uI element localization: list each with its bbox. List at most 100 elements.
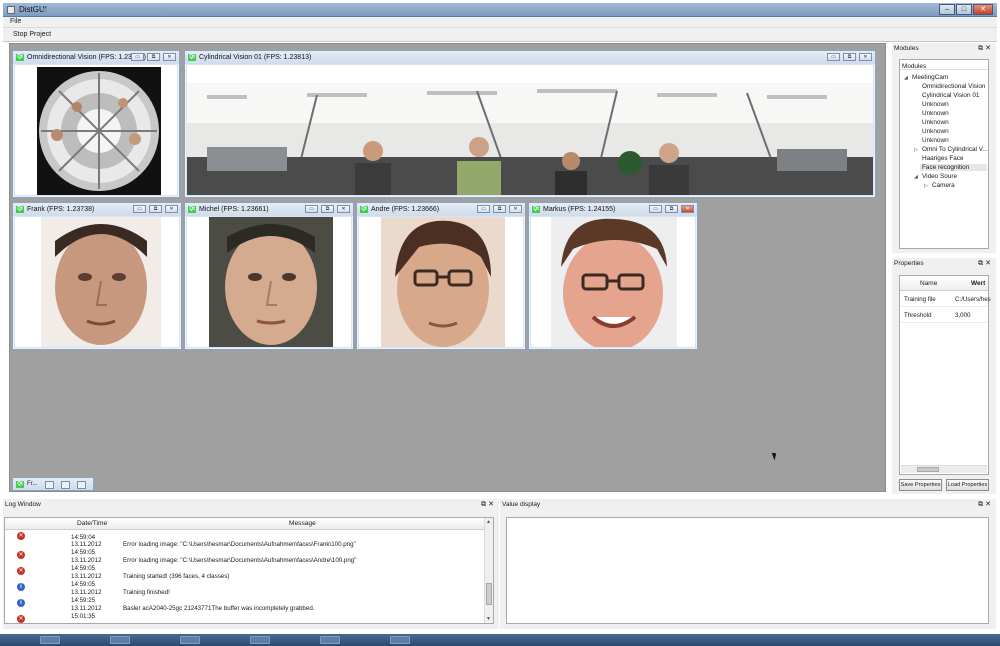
subwindow-minimize-button[interactable]: ▭ — [649, 205, 662, 213]
subwindow-header[interactable]: Qt Markus (FPS: 1.24155) ▭ ⧉ ✕ — [529, 203, 697, 216]
app-icon — [7, 6, 15, 14]
subwindow-restore-button[interactable]: ⧉ — [493, 205, 506, 213]
tree-item-selected[interactable]: Face recognition — [920, 164, 987, 171]
modules-tree[interactable]: Modules ◢ MeetingCam Omnidirectional Vis… — [899, 59, 989, 249]
properties-table[interactable]: Name Wert Training file C:/Users/hes Thr… — [899, 275, 991, 475]
expand-arrow-icon[interactable]: ◢ — [914, 174, 918, 180]
minimize-button[interactable]: – — [939, 4, 955, 15]
subwindow-header[interactable]: Qt Michel (FPS: 1.23661) ▭ ⧉ ✕ — [185, 203, 353, 216]
subwindow-restore-button[interactable]: ⧉ — [147, 53, 160, 61]
log-row[interactable]: ✕ 13.11.2012 14:59:05 Error loading imag… — [5, 541, 485, 559]
vertical-scrollbar[interactable]: ▲ ▼ — [484, 518, 493, 623]
window-title-blur — [43, 8, 163, 12]
save-properties-button[interactable]: Save Properties — [899, 479, 942, 491]
property-row[interactable]: Training file C:/Users/hes — [900, 291, 991, 307]
dock-controls[interactable]: ⧉✕ — [978, 259, 993, 268]
subwindow-restore-button[interactable]: ⧉ — [321, 205, 334, 213]
log-row[interactable]: ✕ 13.11.2012 14:59:05 Error loading imag… — [5, 557, 485, 575]
tree-item[interactable]: Unknown — [922, 137, 949, 144]
subwindow-minimize-button[interactable]: ▭ — [827, 53, 840, 61]
subwindow-restore-button[interactable]: ⧉ — [843, 53, 856, 61]
taskbar-item[interactable] — [40, 636, 60, 644]
scroll-down-arrow-icon[interactable]: ▼ — [486, 616, 491, 622]
omni-camera-image — [15, 65, 177, 195]
subwindow-minimize-button[interactable]: ▭ — [131, 53, 144, 61]
subwindow-restore-button[interactable]: ⧉ — [149, 205, 162, 213]
load-properties-button[interactable]: Load Properties — [946, 479, 989, 491]
subwindow-title: Frank (FPS: 1.23738) — [27, 206, 95, 213]
close-button[interactable]: ✕ — [973, 4, 993, 15]
dock-controls[interactable]: ⧉✕ — [978, 44, 993, 53]
subwindow-close-button[interactable]: ✕ — [681, 205, 694, 213]
andre-face-window[interactable]: Qt Andre (FPS: 1.23666) ▭ ⧉ ✕ — [356, 202, 526, 350]
horizontal-scrollbar[interactable] — [901, 465, 987, 473]
tree-item[interactable]: Unknown — [922, 119, 949, 126]
tree-item[interactable]: Unknown — [922, 128, 949, 135]
panorama-frame — [187, 65, 873, 195]
qt-icon: Qt — [360, 206, 368, 213]
subwindow-header[interactable]: Qt Cylindrical Vision 01 (FPS: 1.23813) … — [185, 51, 875, 64]
subwindow-restore-button[interactable] — [45, 481, 54, 489]
subwindow-close-button[interactable] — [77, 481, 86, 489]
cylindrical-vision-window[interactable]: Qt Cylindrical Vision 01 (FPS: 1.23813) … — [184, 50, 876, 198]
tree-item[interactable]: Omni To Cylindrical V... — [922, 146, 988, 153]
scroll-up-arrow-icon[interactable]: ▲ — [486, 519, 491, 525]
dock-header: Modules ⧉✕ — [892, 43, 996, 54]
markus-face-window[interactable]: Qt Markus (FPS: 1.24155) ▭ ⧉ ✕ — [528, 202, 698, 350]
properties-header: Name Wert — [900, 276, 988, 291]
subwindow-close-button[interactable]: ✕ — [859, 53, 872, 61]
subwindow-header[interactable]: Qt Frank (FPS: 1.23738) ▭ ⧉ ✕ — [13, 203, 181, 216]
scroll-thumb[interactable] — [917, 467, 939, 472]
taskbar-item[interactable] — [250, 636, 270, 644]
taskbar-item[interactable] — [320, 636, 340, 644]
minimized-subwindow[interactable]: Qt Fr... — [12, 477, 94, 491]
taskbar-item[interactable] — [110, 636, 130, 644]
subwindow-maximize-button[interactable] — [61, 481, 70, 489]
subwindow-minimize-button[interactable]: ▭ — [133, 205, 146, 213]
column-value: Wert — [971, 280, 986, 287]
subwindow-minimize-button[interactable]: ▭ — [477, 205, 490, 213]
qt-icon: Qt — [188, 54, 196, 61]
window-title-bar[interactable]: DistGUI – □ ✕ — [3, 3, 997, 17]
subwindow-minimize-button[interactable]: ▭ — [305, 205, 318, 213]
qt-icon: Qt — [16, 481, 24, 488]
collapsed-arrow-icon[interactable]: ▷ — [914, 147, 918, 153]
taskbar-item[interactable] — [180, 636, 200, 644]
michel-face-image — [187, 217, 351, 347]
face-portrait — [381, 217, 505, 347]
subwindow-close-button[interactable]: ✕ — [509, 205, 522, 213]
maximize-button[interactable]: □ — [956, 4, 972, 15]
dock-header: Properties ⧉✕ — [892, 258, 996, 269]
subwindow-title: Markus (FPS: 1.24155) — [543, 206, 616, 213]
log-row[interactable]: i 13.11.2012 14:59:05 Training started! … — [5, 573, 485, 591]
tree-item[interactable]: Omnidirectional Vision — [922, 83, 985, 90]
property-row[interactable]: Threshold 3,000 — [900, 307, 988, 323]
subwindow-close-button[interactable]: ✕ — [163, 53, 176, 61]
dock-controls[interactable]: ⧉✕ — [978, 500, 993, 509]
log-table[interactable]: Date/Time Message ✕ 14:59:04 ✕ 13.11.201… — [4, 517, 494, 624]
tree-item[interactable]: Cylindrical Vision 01 — [922, 92, 979, 99]
omni-vision-window[interactable]: Qt Omnidirectional Vision (FPS: 1.23765)… — [12, 50, 180, 198]
stop-project-button[interactable]: Stop Project — [13, 31, 51, 38]
subwindow-close-button[interactable]: ✕ — [165, 205, 178, 213]
log-row[interactable]: ✕ 13.11.2012 15:01:35 Basler acA2040-25g… — [5, 605, 485, 623]
taskbar-item[interactable] — [390, 636, 410, 644]
scroll-thumb[interactable] — [486, 583, 492, 605]
frank-face-window[interactable]: Qt Frank (FPS: 1.23738) ▭ ⧉ ✕ — [12, 202, 182, 350]
tree-item[interactable]: Haariges Face — [922, 155, 964, 162]
dock-controls[interactable]: ⧉✕ — [481, 500, 496, 509]
tree-item[interactable]: Video Soure — [922, 173, 957, 180]
michel-face-window[interactable]: Qt Michel (FPS: 1.23661) ▭ ⧉ ✕ — [184, 202, 354, 350]
subwindow-header[interactable]: Qt Andre (FPS: 1.23666) ▭ ⧉ ✕ — [357, 203, 525, 216]
tree-item[interactable]: Unknown — [922, 110, 949, 117]
subwindow-header[interactable]: Qt Omnidirectional Vision (FPS: 1.23765)… — [13, 51, 179, 64]
tree-item-meetingcam[interactable]: MeetingCam — [912, 74, 948, 81]
menu-file[interactable]: File — [10, 18, 21, 25]
log-row[interactable]: i 13.11.2012 14:59:25 Training finished! — [5, 589, 485, 607]
dock-title: Value display — [502, 501, 541, 508]
expand-arrow-icon[interactable]: ◢ — [904, 75, 908, 81]
tree-item[interactable]: Unknown — [922, 101, 949, 108]
tree-item-camera[interactable]: Camera — [932, 182, 955, 189]
subwindow-close-button[interactable]: ✕ — [337, 205, 350, 213]
subwindow-restore-button[interactable]: ⧉ — [665, 205, 678, 213]
